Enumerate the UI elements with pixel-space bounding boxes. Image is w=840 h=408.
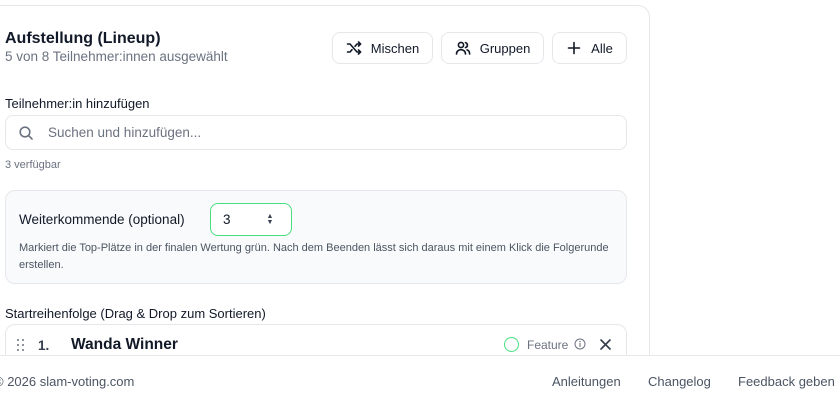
users-icon (455, 41, 471, 55)
groups-button-label: Gruppen (479, 40, 531, 56)
add-all-button[interactable]: Alle (552, 32, 627, 64)
search-icon (19, 125, 33, 140)
drag-handle-icon[interactable] (17, 339, 25, 351)
advancing-help-text: Markiert die Top-Plätze in der finalen W… (19, 242, 609, 271)
add-participant-label: Teilnehmer:in hinzufügen (5, 96, 150, 111)
stepper-down-icon[interactable]: ▼ (267, 219, 274, 226)
start-order-label: Startreihenfolge (Drag & Drop zum Sortie… (5, 306, 266, 321)
shuffle-icon (346, 41, 362, 55)
info-icon[interactable] (574, 338, 586, 350)
shuffle-button[interactable]: Mischen (332, 32, 433, 64)
add-all-button-label: Alle (591, 40, 613, 56)
feature-label: Feature (527, 338, 569, 352)
participant-search-input[interactable] (46, 124, 590, 141)
stepper-arrows[interactable]: ▲ ▼ (263, 213, 277, 226)
available-count: 3 verfügbar (5, 159, 61, 171)
lineup-title: Aufstellung (Lineup) (5, 30, 161, 47)
shuffle-button-label: Mischen (370, 40, 420, 56)
lineup-rank: 1. (38, 338, 50, 353)
advancing-panel: Weiterkommende (optional) 3 ▲ ▼ Markiert… (5, 190, 627, 284)
page-footer: © 2026 slam-voting.com Anleitungen Chang… (0, 355, 840, 408)
advancing-label: Weiterkommende (optional) (19, 212, 185, 227)
footer-link-guides[interactable]: Anleitungen (552, 374, 621, 389)
footer-link-feedback[interactable]: Feedback geben (738, 374, 835, 389)
remove-participant-icon[interactable] (599, 338, 612, 351)
participant-name: Wanda Winner (71, 336, 178, 353)
feature-toggle[interactable] (504, 337, 519, 352)
lineup-subtitle: 5 von 8 Teilnehmer:innen ausgewählt (5, 49, 228, 64)
footer-copyright: © 2026 slam-voting.com (0, 374, 135, 389)
participant-search[interactable] (5, 115, 627, 150)
groups-button[interactable]: Gruppen (441, 32, 544, 64)
footer-link-changelog[interactable]: Changelog (648, 374, 711, 389)
advancing-count-stepper[interactable]: 3 ▲ ▼ (210, 203, 292, 236)
plus-icon (567, 41, 581, 55)
advancing-count-value: 3 (223, 212, 231, 227)
